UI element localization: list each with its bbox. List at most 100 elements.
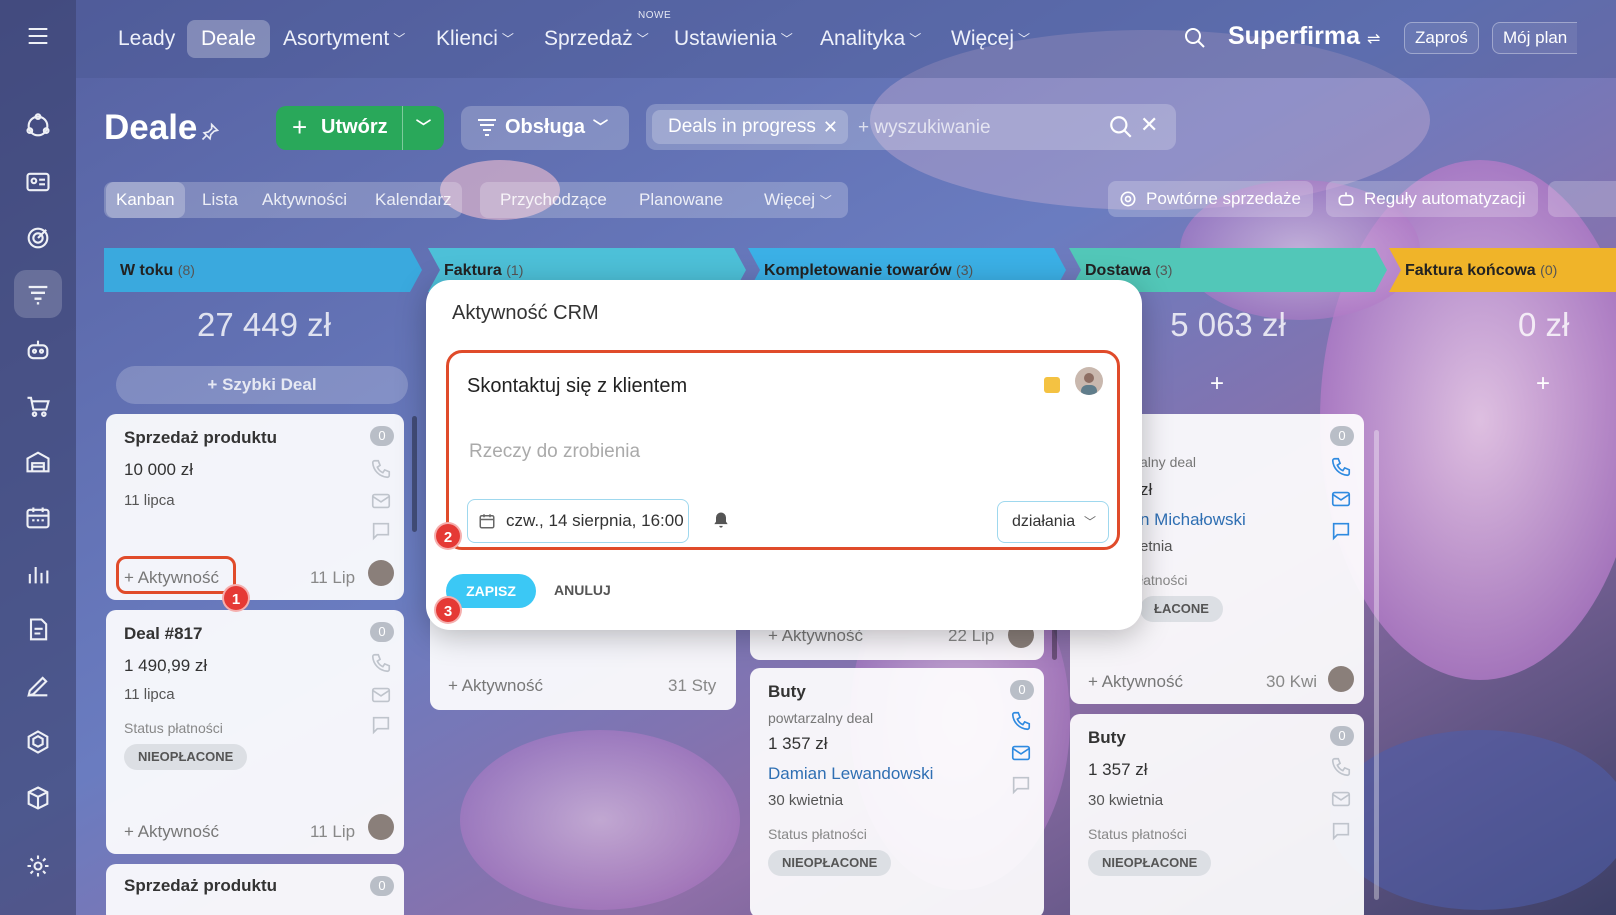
deal-title[interactable]: Sprzedaż produktu [124, 876, 277, 896]
tab-kanban[interactable]: Kanban [106, 182, 185, 218]
mail-icon[interactable] [1330, 488, 1352, 510]
status-badge[interactable]: ŁACONE [1140, 596, 1223, 622]
chevron-down-icon[interactable]: ﹀ [416, 116, 431, 137]
responsible-avatar[interactable] [1075, 367, 1103, 395]
deal-card[interactable]: Buty 0 1 357 zł 30 kwietnia Status płatn… [1070, 714, 1364, 915]
tab-aktywnosci[interactable]: Aktywności [252, 182, 357, 218]
menu-icon[interactable] [14, 12, 62, 60]
nav-leady[interactable]: Leady [104, 20, 189, 58]
settings-icon[interactable] [14, 842, 62, 890]
automation-rules-button[interactable]: Reguły automatyzacji [1326, 181, 1538, 217]
target-icon[interactable] [14, 214, 62, 262]
filter-przychodzace[interactable]: Przychodzące [490, 182, 617, 218]
mail-icon[interactable] [1010, 742, 1032, 764]
cart-icon[interactable] [14, 382, 62, 430]
chat-icon[interactable] [1010, 774, 1032, 796]
add-deal-icon[interactable]: + [1536, 370, 1550, 398]
actions-dropdown[interactable]: działania ﹀ [997, 501, 1109, 543]
color-marker-icon[interactable] [1044, 377, 1060, 393]
filter-planowane[interactable]: Planowane [629, 182, 733, 218]
mail-icon[interactable] [370, 490, 392, 512]
mail-icon[interactable] [1330, 788, 1352, 810]
create-button[interactable]: + Utwórz ﹀ [276, 106, 444, 150]
close-icon[interactable]: ✕ [823, 110, 838, 144]
stage-faktura-koncowa[interactable]: Faktura końcowa (0) [1389, 248, 1557, 290]
deal-card[interactable]: Sprzedaż produktu 0 [106, 864, 404, 915]
funnel-icon[interactable] [14, 270, 62, 318]
deal-title[interactable]: Buty [1088, 728, 1126, 748]
filter-chip[interactable]: Deals in progress ✕ [652, 110, 848, 144]
avatar[interactable] [368, 814, 394, 840]
phone-icon[interactable] [370, 458, 392, 480]
warehouse-icon[interactable] [14, 438, 62, 486]
stage-w-toku[interactable]: W toku (8) [104, 248, 195, 290]
status-badge[interactable]: NIEOPŁACONE [768, 850, 892, 876]
nav-asortyment[interactable]: Asortyment ﹀ [269, 20, 419, 58]
nav-deale[interactable]: Deale [187, 20, 270, 58]
document-icon[interactable] [14, 606, 62, 654]
deal-title[interactable]: Deal #817 [124, 624, 202, 644]
phone-icon[interactable] [1330, 456, 1352, 478]
hexagon-icon[interactable] [14, 718, 62, 766]
invite-button[interactable]: Zaproś [1404, 22, 1479, 54]
repeat-sales-button[interactable]: Powtórne sprzedaże [1108, 181, 1313, 217]
stage-count: (0) [1540, 262, 1558, 278]
chat-icon[interactable] [370, 714, 392, 736]
extra-button[interactable] [1548, 181, 1616, 217]
tab-lista[interactable]: Lista [192, 182, 248, 218]
box-icon[interactable] [14, 774, 62, 822]
chat-icon[interactable] [1330, 820, 1352, 842]
status-badge[interactable]: NIEOPŁACONE [124, 744, 248, 770]
funnel-icon [478, 119, 496, 136]
my-plan-button[interactable]: Mój plan [1492, 22, 1578, 54]
deal-card[interactable]: Deal #817 0 1 490,99 zł 11 lipca Status … [106, 610, 404, 854]
avatar[interactable] [368, 560, 394, 586]
nav-klienci[interactable]: Klienci ﹀ [422, 20, 528, 58]
add-activity-link[interactable]: + Aktywność [1088, 672, 1183, 692]
phone-icon[interactable] [1010, 710, 1032, 732]
client-link[interactable]: Damian Lewandowski [768, 764, 933, 784]
pen-icon[interactable] [14, 662, 62, 710]
column-scrollbar[interactable] [1374, 430, 1379, 900]
filter-wiecej[interactable]: Więcej ﹀ [754, 182, 842, 218]
nav-ustawienia[interactable]: Ustawienia ﹀ [660, 20, 807, 58]
clear-icon[interactable]: ✕ [1140, 112, 1158, 138]
avatar[interactable] [1328, 666, 1354, 692]
deal-title[interactable]: Sprzedaż produktu [124, 428, 277, 448]
deal-title[interactable]: Buty [768, 682, 806, 702]
calendar-icon[interactable] [14, 494, 62, 542]
bell-icon[interactable] [711, 509, 731, 531]
deal-card[interactable]: Buty 0 powtarzalny deal 1 357 zł Damian … [750, 668, 1044, 915]
pin-icon[interactable] [200, 122, 220, 142]
nav-wiecej[interactable]: Więcej ﹀ [937, 20, 1044, 58]
nav-sprzedaz[interactable]: Sprzedaż ﹀ [530, 20, 663, 58]
add-activity-link[interactable]: + Aktywność [448, 676, 543, 696]
status-badge[interactable]: NIEOPŁACONE [1088, 850, 1212, 876]
service-button[interactable]: Obsługa ﹀ [461, 106, 629, 150]
phone-icon[interactable] [1330, 756, 1352, 778]
bot-icon[interactable] [14, 326, 62, 374]
company-name[interactable]: Superfirma ⇌ [1228, 22, 1380, 51]
filter-search-bar[interactable]: Deals in progress ✕ + wyszukiwanie ✕ [646, 104, 1176, 150]
add-activity-link[interactable]: + Aktywność [124, 822, 219, 842]
search-input[interactable]: + wyszukiwanie [858, 117, 991, 139]
search-icon[interactable] [1183, 26, 1207, 50]
quick-deal-button[interactable]: + Szybki Deal [116, 366, 408, 404]
client-link[interactable]: n Michałowski [1140, 510, 1246, 530]
add-deal-icon[interactable]: + [1210, 370, 1224, 398]
nav-analityka[interactable]: Analityka ﹀ [806, 20, 935, 58]
chat-icon[interactable] [370, 520, 392, 542]
crm-icon[interactable] [14, 102, 62, 150]
task-title-input[interactable]: Skontaktuj się z klientem [467, 375, 687, 398]
chat-icon[interactable] [1330, 520, 1352, 542]
mail-icon[interactable] [370, 684, 392, 706]
description-input[interactable]: Rzeczy do zrobienia [469, 441, 640, 463]
contact-card-icon[interactable] [14, 158, 62, 206]
column-scrollbar[interactable] [412, 416, 417, 532]
phone-icon[interactable] [370, 652, 392, 674]
cancel-button[interactable]: ANULUJ [554, 582, 611, 598]
deadline-picker[interactable]: czw., 14 sierpnia, 16:00 [467, 499, 689, 543]
chart-icon[interactable] [14, 550, 62, 598]
search-icon[interactable] [1108, 114, 1134, 140]
tab-kalendarz[interactable]: Kalendarz [365, 182, 462, 218]
